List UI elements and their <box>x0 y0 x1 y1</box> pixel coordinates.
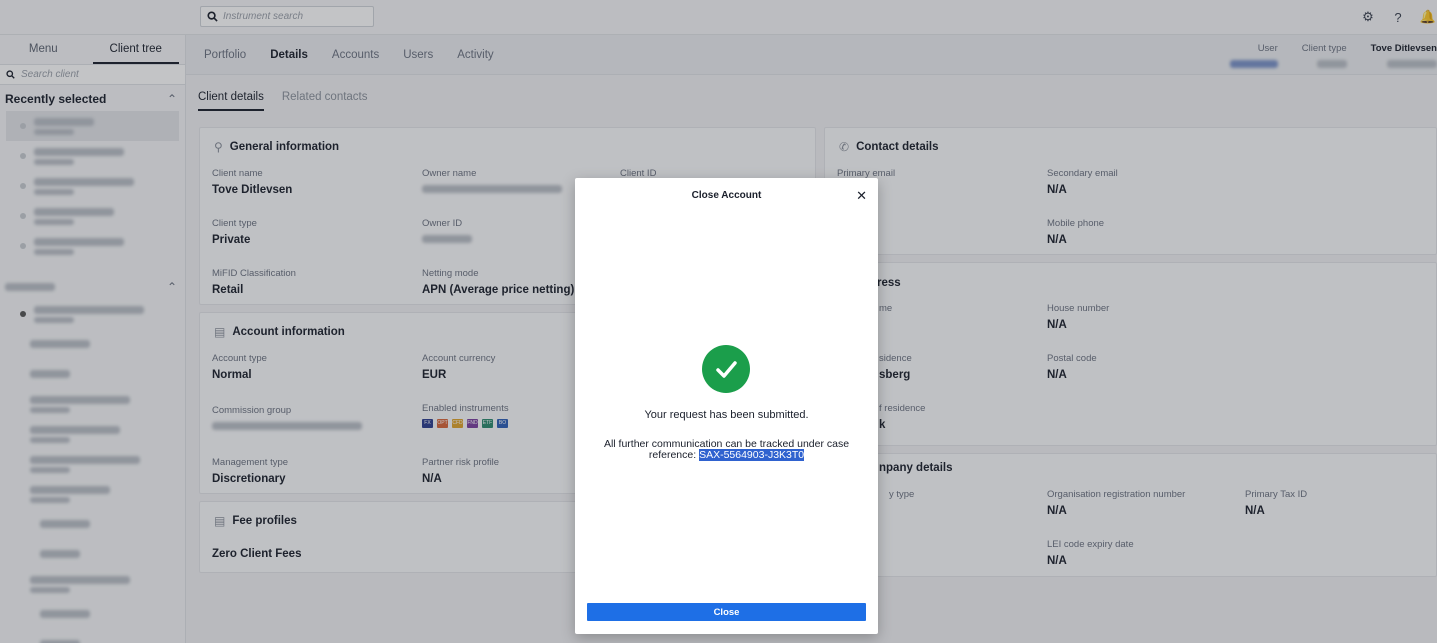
close-account-dialog: Close Account ✕ Your request has been su… <box>575 178 878 634</box>
success-check-icon <box>702 345 750 393</box>
dialog-title: Close Account <box>691 190 762 201</box>
close-icon[interactable]: ✕ <box>856 188 867 204</box>
close-button[interactable]: Close <box>587 603 866 621</box>
success-message: Your request has been submitted. <box>644 409 809 421</box>
case-reference-number[interactable]: SAX-5564903-J3K3T0 <box>699 449 805 461</box>
case-reference-text: All further communication can be tracked… <box>593 439 860 461</box>
